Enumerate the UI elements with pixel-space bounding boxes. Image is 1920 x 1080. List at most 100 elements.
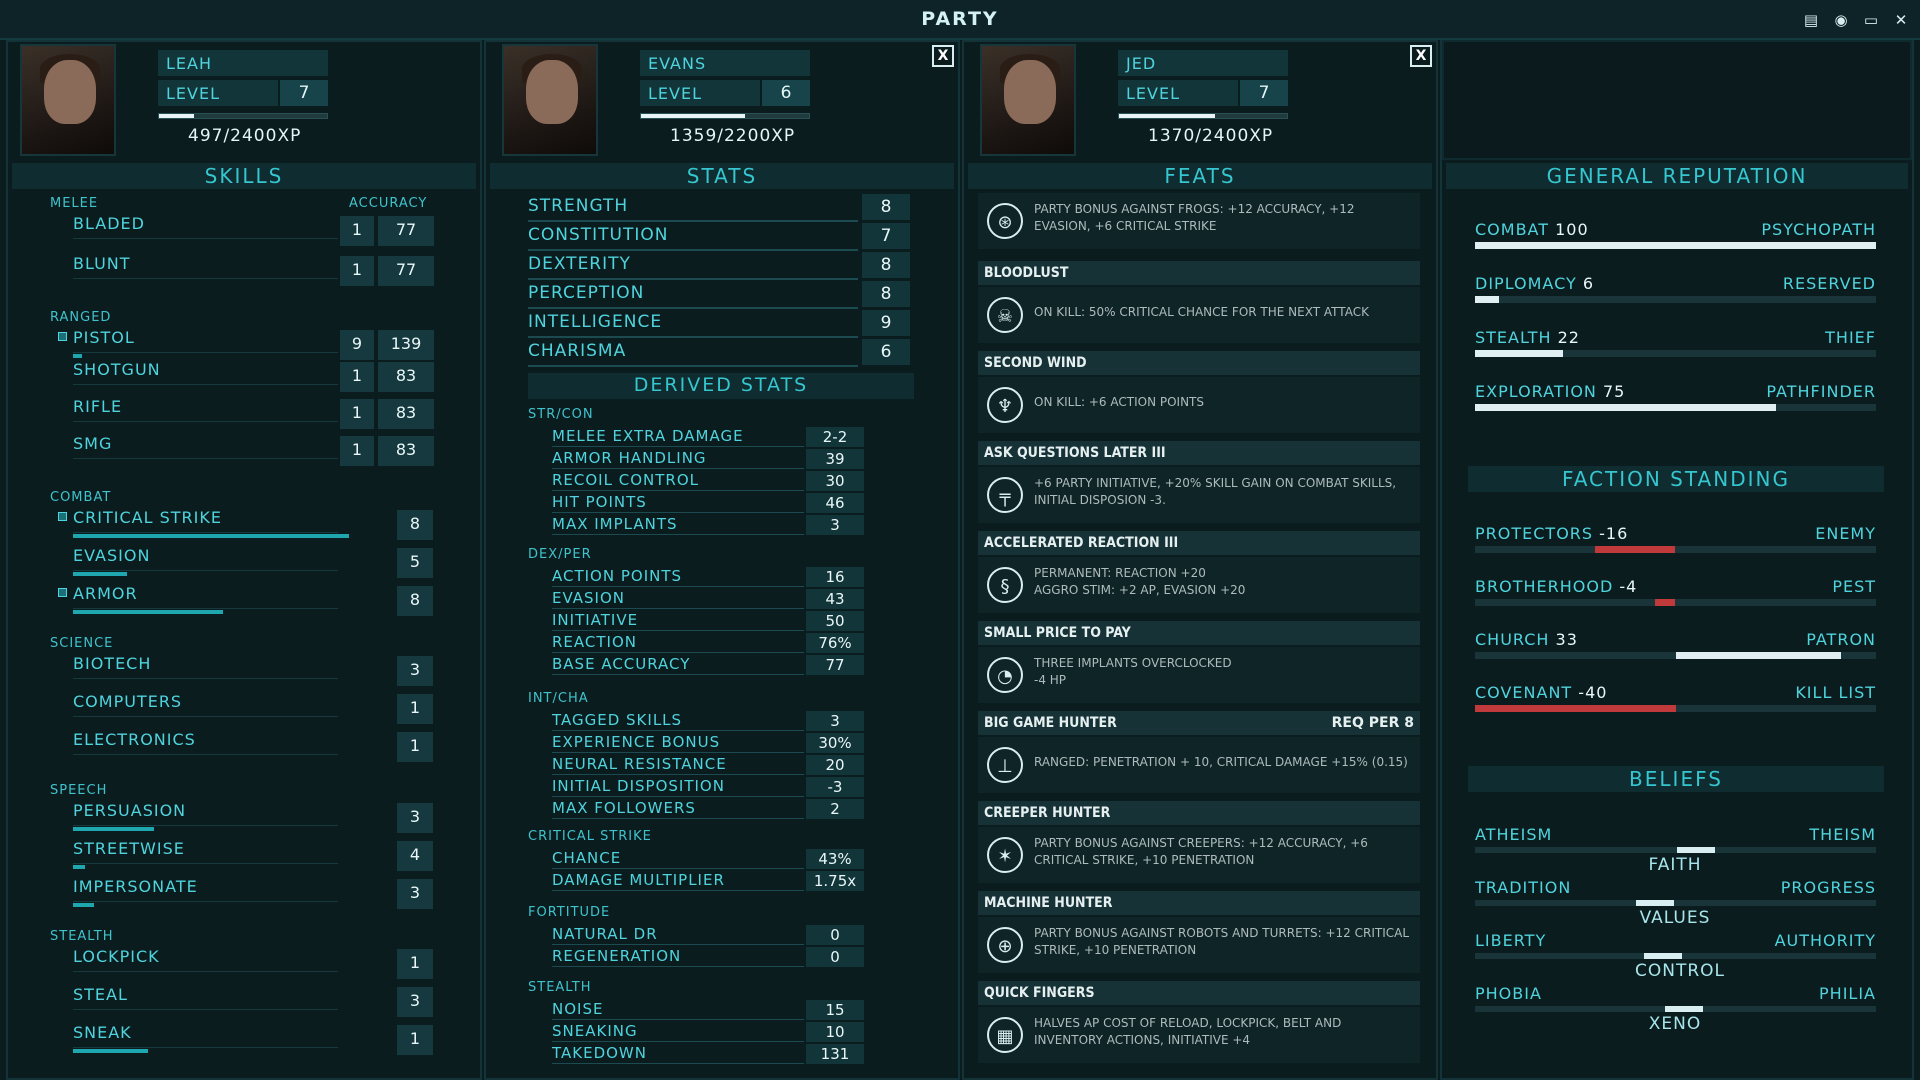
- portrait[interactable]: [980, 44, 1076, 156]
- reputation-name[interactable]: STEALTH 22: [1475, 328, 1580, 347]
- derived-stat-name[interactable]: BASE ACCURACY: [552, 655, 690, 673]
- skill-name[interactable]: RIFLE: [73, 397, 122, 416]
- feat-card[interactable]: ☠ ON KILL: 50% CRITICAL CHANCE FOR THE NE…: [978, 287, 1420, 343]
- stat-name[interactable]: STRENGTH: [528, 196, 628, 216]
- faction-name[interactable]: BROTHERHOOD -4: [1475, 577, 1637, 596]
- feat-card[interactable]: § PERMANENT: REACTION +20 AGGRO STIM: +2 …: [978, 557, 1420, 613]
- feat-title[interactable]: CREEPER HUNTER: [978, 801, 1420, 825]
- skill-name[interactable]: PERSUASION: [73, 801, 186, 820]
- derived-stat-name[interactable]: TAGGED SKILLS: [552, 711, 682, 729]
- character-name[interactable]: LEAH: [158, 50, 328, 76]
- monitor-icon[interactable]: ▭: [1860, 9, 1882, 31]
- derived-stat-line: [552, 944, 804, 945]
- skill-name[interactable]: LOCKPICK: [73, 947, 160, 966]
- derived-stat-name[interactable]: REACTION: [552, 633, 637, 651]
- derived-stat-name[interactable]: MAX FOLLOWERS: [552, 799, 696, 817]
- skill-name[interactable]: ARMOR: [73, 584, 138, 603]
- stat-name[interactable]: PERCEPTION: [528, 283, 644, 303]
- derived-stat-name[interactable]: INITIAL DISPOSITION: [552, 777, 725, 795]
- feat-card[interactable]: ⊕ PARTY BONUS AGAINST ROBOTS AND TURRETS:…: [978, 917, 1420, 973]
- derived-stat-name[interactable]: NEURAL RESISTANCE: [552, 755, 727, 773]
- skill-name[interactable]: STEAL: [73, 985, 128, 1004]
- skill-name[interactable]: BLADED: [73, 214, 145, 233]
- close-character-button[interactable]: X: [1410, 45, 1432, 67]
- skill-name[interactable]: ELECTRONICS: [73, 730, 196, 749]
- skill-name[interactable]: BLUNT: [73, 254, 131, 273]
- derived-stat-name[interactable]: ACTION POINTS: [552, 567, 682, 585]
- belief-knob[interactable]: [1644, 953, 1683, 959]
- belief-bar[interactable]: [1475, 1006, 1876, 1012]
- feat-card[interactable]: ⊛ PARTY BONUS AGAINST FROGS: +12 ACCURACY…: [978, 193, 1420, 249]
- derived-stat-name[interactable]: HIT POINTS: [552, 493, 647, 511]
- derived-stat-name[interactable]: DAMAGE MULTIPLIER: [552, 871, 725, 889]
- derived-stat-name[interactable]: NATURAL DR: [552, 925, 658, 943]
- derived-stat-name[interactable]: EXPERIENCE BONUS: [552, 733, 720, 751]
- empty-party-slot[interactable]: [1442, 40, 1912, 160]
- feat-description: HALVES AP COST OF RELOAD, LOCKPICK, BELT…: [1034, 1016, 1342, 1047]
- brain-icon[interactable]: ◉: [1830, 9, 1852, 31]
- belief-bar[interactable]: [1475, 847, 1876, 853]
- derived-stat-name[interactable]: INITIATIVE: [552, 611, 638, 629]
- skill-name[interactable]: SMG: [73, 434, 112, 453]
- character-name[interactable]: JED: [1118, 50, 1288, 76]
- skill-name[interactable]: CRITICAL STRIKE: [73, 508, 222, 527]
- belief-knob[interactable]: [1636, 900, 1675, 906]
- feat-card[interactable]: ◔ THREE IMPLANTS OVERCLOCKED -4 HP: [978, 647, 1420, 703]
- faction-name[interactable]: PROTECTORS -16: [1475, 524, 1628, 543]
- close-icon[interactable]: ✕: [1890, 9, 1912, 31]
- belief-bar[interactable]: [1475, 900, 1876, 906]
- skill-name[interactable]: BIOTECH: [73, 654, 151, 673]
- faction-name[interactable]: COVENANT -40: [1475, 683, 1607, 702]
- feat-title[interactable]: QUICK FINGERS: [978, 981, 1420, 1005]
- close-character-button[interactable]: X: [932, 45, 954, 67]
- derived-stat-name[interactable]: EVASION: [552, 589, 625, 607]
- reputation-name[interactable]: COMBAT 100: [1475, 220, 1589, 239]
- feat-card[interactable]: ▦ HALVES AP COST OF RELOAD, LOCKPICK, BEL…: [978, 1007, 1420, 1063]
- skill-name[interactable]: PISTOL: [73, 328, 135, 347]
- save-icon[interactable]: ▤: [1800, 9, 1822, 31]
- skill-group-label: COMBAT: [50, 490, 112, 505]
- feat-card[interactable]: ✶ PARTY BONUS AGAINST CREEPERS: +12 ACCUR…: [978, 827, 1420, 883]
- stat-name[interactable]: CHARISMA: [528, 341, 626, 361]
- skill-row-line: [73, 352, 338, 353]
- reputation-name[interactable]: EXPLORATION 75: [1475, 382, 1625, 401]
- feat-title[interactable]: ACCELERATED REACTION III: [978, 531, 1420, 555]
- derived-stat-name[interactable]: MELEE EXTRA DAMAGE: [552, 427, 744, 445]
- feat-card[interactable]: ⊥ RANGED: PENETRATION + 10, CRITICAL DAMA…: [978, 737, 1420, 793]
- derived-stat-name[interactable]: SNEAKING: [552, 1022, 638, 1040]
- belief-knob[interactable]: [1664, 1006, 1703, 1012]
- skill-name[interactable]: IMPERSONATE: [73, 877, 198, 896]
- feat-title[interactable]: MACHINE HUNTER: [978, 891, 1420, 915]
- feat-card[interactable]: ♆ ON KILL: +6 ACTION POINTS: [978, 377, 1420, 433]
- feat-title[interactable]: ASK QUESTIONS LATER III: [978, 441, 1420, 465]
- stat-name[interactable]: INTELLIGENCE: [528, 312, 662, 332]
- reputation-name[interactable]: DIPLOMACY 6: [1475, 274, 1594, 293]
- derived-stat-name[interactable]: ARMOR HANDLING: [552, 449, 707, 467]
- skill-name[interactable]: STREETWISE: [73, 839, 185, 858]
- feat-title[interactable]: SECOND WIND: [978, 351, 1420, 375]
- skill-name[interactable]: EVASION: [73, 546, 150, 565]
- feat-title[interactable]: BLOODLUST: [978, 261, 1420, 285]
- feat-title[interactable]: SMALL PRICE TO PAY: [978, 621, 1420, 645]
- belief-axis-label: VALUES: [1639, 908, 1711, 928]
- derived-stat-name[interactable]: MAX IMPLANTS: [552, 515, 678, 533]
- faction-name[interactable]: CHURCH 33: [1475, 630, 1578, 649]
- belief-left: LIBERTY: [1475, 931, 1547, 950]
- stat-name[interactable]: CONSTITUTION: [528, 225, 668, 245]
- derived-stat-name[interactable]: NOISE: [552, 1000, 603, 1018]
- skill-name[interactable]: SNEAK: [73, 1023, 132, 1042]
- derived-stat-name[interactable]: RECOIL CONTROL: [552, 471, 699, 489]
- skill-name[interactable]: COMPUTERS: [73, 692, 182, 711]
- derived-stat-name[interactable]: REGENERATION: [552, 947, 681, 965]
- belief-knob[interactable]: [1676, 847, 1715, 853]
- skill-level: 8: [397, 510, 433, 540]
- stat-name[interactable]: DEXTERITY: [528, 254, 631, 274]
- feat-card[interactable]: ╤ +6 PARTY INITIATIVE, +20% SKILL GAIN ON…: [978, 467, 1420, 523]
- derived-stat-name[interactable]: CHANCE: [552, 849, 621, 867]
- portrait[interactable]: [502, 44, 598, 156]
- portrait[interactable]: [20, 44, 116, 156]
- character-name[interactable]: EVANS: [640, 50, 810, 76]
- skill-name[interactable]: SHOTGUN: [73, 360, 161, 379]
- belief-bar[interactable]: [1475, 953, 1876, 959]
- derived-stat-name[interactable]: TAKEDOWN: [552, 1044, 647, 1062]
